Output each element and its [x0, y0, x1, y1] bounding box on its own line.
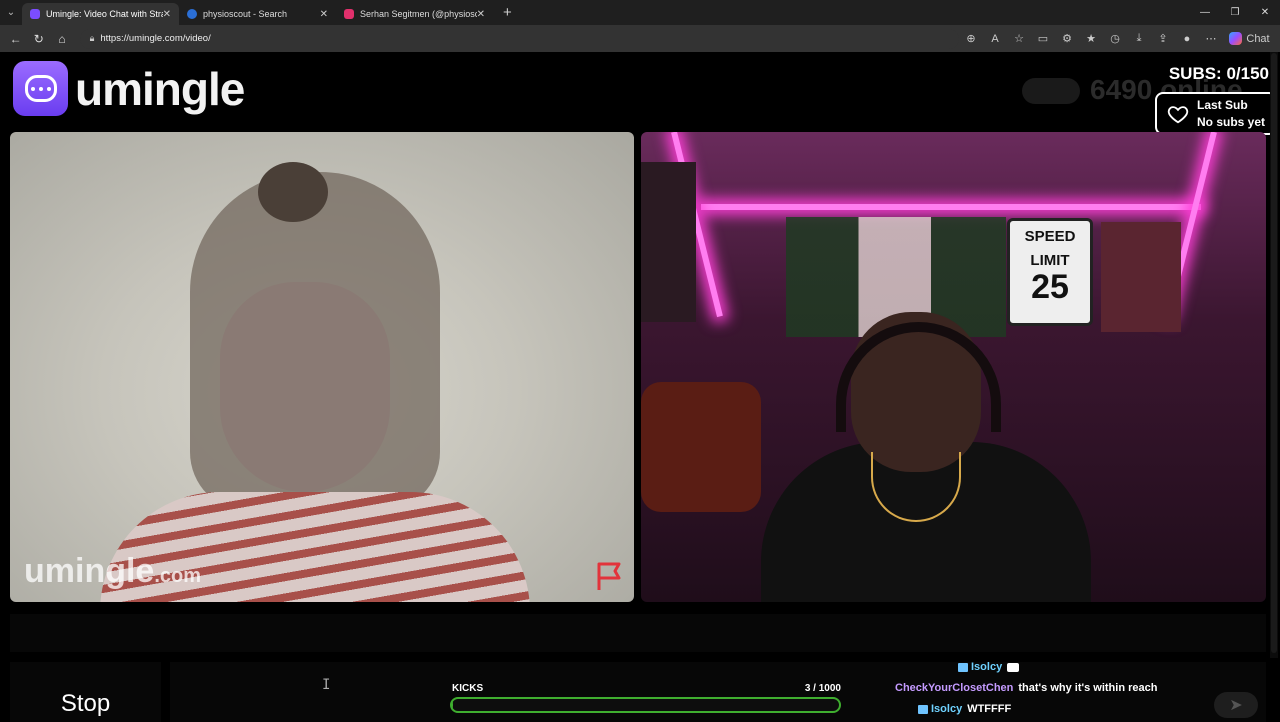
video-watermark: umingle.com: [24, 552, 202, 590]
chat-text: that's why it's within reach: [1018, 682, 1158, 694]
chat-username: CheckYourClosetChen: [895, 682, 1014, 694]
text-cursor-icon: I: [322, 677, 331, 693]
minimize-icon[interactable]: —: [1190, 7, 1220, 18]
lock-icon: 🔒︎: [89, 33, 95, 43]
favorites-icon[interactable]: ★: [1079, 32, 1103, 45]
address-bar-row: ← ↻ ⌂ 🔒︎ https://umingle.com/video/ ⊕ A …: [0, 25, 1280, 52]
profile-avatar-icon[interactable]: ●: [1175, 33, 1199, 45]
refresh-icon[interactable]: ↻: [27, 32, 50, 46]
tab-actions-menu[interactable]: ⌄: [0, 0, 22, 25]
last-sub-value: No subs yet: [1197, 114, 1266, 129]
tab-umingle[interactable]: Umingle: Video Chat with Stra ✕: [22, 3, 179, 25]
kicks-progress-bar: [450, 697, 841, 713]
instagram-favicon-icon: [344, 9, 354, 19]
history-icon[interactable]: ◷: [1103, 32, 1127, 45]
stop-label: Stop: [60, 690, 111, 717]
last-sub-title: Last Sub: [1197, 97, 1248, 112]
tab-search[interactable]: physioscout - Search ✕: [179, 3, 336, 25]
tab-instagram[interactable]: Serhan Segitmen (@physioscout) ✕: [336, 3, 493, 25]
subs-counter: SUBS: 0/150: [1168, 64, 1269, 83]
chat-message: Isolcy: [958, 661, 1020, 673]
kicks-label: KICKS: [452, 683, 484, 694]
chat-username: Isolcy: [931, 703, 963, 715]
chat-emote-icon: [1007, 662, 1020, 672]
share-icon[interactable]: ⇪: [1151, 32, 1175, 45]
close-tab-icon[interactable]: ✕: [320, 9, 328, 20]
video-icon[interactable]: ▭: [1031, 32, 1055, 45]
search-favicon-icon: [187, 9, 197, 19]
window-controls: — ❐ ✕: [1190, 7, 1280, 18]
chat-message: Isolcy WTFFFF: [918, 703, 1011, 715]
url-field[interactable]: 🔒︎ https://umingle.com/video/: [79, 28, 959, 49]
umingle-page: umingle 6490 online SUBS: 0/150 Last Sub…: [0, 52, 1280, 722]
close-tab-icon[interactable]: ✕: [477, 9, 485, 20]
copilot-label: Chat: [1246, 32, 1270, 45]
extensions-icon[interactable]: ⚙: [1055, 32, 1079, 45]
close-window-icon[interactable]: ✕: [1250, 7, 1280, 18]
streamer-badge-icon: [918, 704, 928, 714]
downloads-icon[interactable]: ⤓: [1127, 32, 1151, 45]
report-flag-icon[interactable]: [595, 560, 625, 592]
more-options-icon[interactable]: ⋯: [1199, 32, 1223, 45]
tab-title: Umingle: Video Chat with Stra: [46, 9, 163, 19]
favorite-star-icon[interactable]: ☆: [1007, 32, 1031, 45]
close-tab-icon[interactable]: ✕: [163, 9, 171, 20]
online-toggle[interactable]: [1022, 78, 1080, 104]
heart-icon: [1167, 105, 1189, 123]
stranger-video: umingle.com: [10, 132, 634, 602]
page-scrollbar[interactable]: [1270, 52, 1278, 658]
send-arrow-icon: ➤: [1229, 697, 1243, 714]
url-text: https://umingle.com/video/: [100, 33, 211, 44]
read-aloud-icon[interactable]: A: [983, 33, 1007, 45]
browser-tab-bar: ⌄ Umingle: Video Chat with Stra ✕ physio…: [0, 0, 1280, 25]
tab-title: physioscout - Search: [203, 9, 288, 19]
last-sub-panel: Last Sub No subs yet: [1155, 92, 1277, 135]
new-tab-icon[interactable]: +: [503, 4, 512, 21]
self-camera-video: SPEED LIMIT 25: [641, 132, 1266, 602]
kicks-progress-fill: [452, 699, 454, 711]
home-icon[interactable]: ⌂: [50, 32, 73, 46]
logo-text: umingle: [75, 62, 245, 115]
restore-icon[interactable]: ❐: [1220, 7, 1250, 18]
chat-username: Isolcy: [971, 661, 1003, 673]
copilot-icon: [1229, 32, 1242, 45]
chat-bubble-logo-icon: [13, 61, 68, 116]
streamer-badge-icon: [958, 662, 968, 672]
tab-title: Serhan Segitmen (@physioscout): [360, 9, 477, 19]
chat-text: WTFFFF: [967, 703, 1012, 715]
copilot-chat-button[interactable]: Chat: [1223, 30, 1276, 47]
back-icon[interactable]: ←: [4, 32, 27, 46]
stop-button[interactable]: Stop: [10, 662, 161, 722]
browser-toolbar-icons: ⊕ A ☆ ▭ ⚙ ★ ◷ ⤓ ⇪ ● ⋯ Chat: [959, 30, 1276, 47]
umingle-favicon-icon: [30, 9, 40, 19]
message-strip: [10, 614, 1266, 652]
send-button[interactable]: ➤: [1214, 692, 1258, 718]
speed-limit-sign: SPEED LIMIT 25: [1007, 218, 1093, 326]
site-logo[interactable]: umingle: [13, 61, 245, 116]
zoom-icon[interactable]: ⊕: [959, 32, 983, 45]
kicks-count: 3 / 1000: [804, 683, 841, 694]
chat-message: CheckYourClosetChen that's why it's with…: [895, 682, 1157, 694]
